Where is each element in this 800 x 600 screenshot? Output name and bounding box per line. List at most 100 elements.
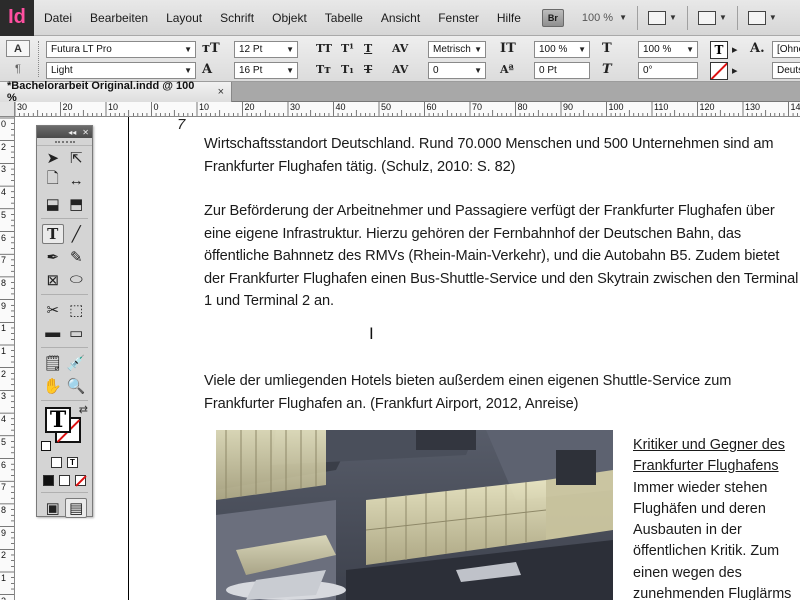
character-style-select[interactable]: [Ohne [772,41,800,58]
ruler-label: 4 [1,187,7,198]
ruler-label: 1 [1,323,7,334]
ruler-label: 30 [17,102,28,112]
line-tool-icon[interactable]: ╱ [65,224,87,244]
tools-grip[interactable] [37,138,92,146]
paragraph-3[interactable]: Viele der umliegenden Hotels bieten auße… [204,370,800,415]
content-collector-icon[interactable]: ⬓ [42,194,64,214]
airport-photo[interactable] [216,430,613,600]
apply-color-icon[interactable] [43,474,54,486]
ruler-label: 80 [517,102,528,112]
sidebar-body: Immer wieder stehen Flughäfen und deren … [633,479,792,600]
bridge-button[interactable]: Br [541,8,564,27]
arrange-documents-icon[interactable] [747,10,766,25]
baseline-shift-field[interactable]: 0 Pt [534,62,590,79]
type-tool-icon[interactable]: T [41,223,64,244]
document-tab[interactable]: *Bachelorarbeit Original.indd @ 100 % × [0,80,232,104]
direct-selection-tool-icon[interactable]: ⇱ [65,148,87,168]
character-mode-button[interactable]: A [6,40,30,57]
paragraph-2[interactable]: Zur Beförderung der Arbeitnehmer und Pas… [204,200,800,313]
view-options-icon[interactable] [648,10,667,25]
language-select[interactable]: Deuts [772,62,800,79]
font-size-icon: ᴛT [202,41,220,56]
font-style-value: Light [51,65,73,76]
small-caps-icon[interactable]: Tт [316,62,331,78]
tracking-select[interactable]: 0 ▼ [428,62,486,79]
ruler-label: 40 [335,102,346,112]
sidebar-heading: Kritiker und Gegner des Frankfurter Flug… [633,437,785,475]
ruler-label: 110 [654,102,669,112]
gradient-feather-tool-icon[interactable]: ▭ [65,323,87,343]
preview-mode-icon[interactable]: ▤ [65,497,88,518]
ruler-label: 3 [1,391,7,402]
ruler-origin[interactable] [0,102,15,117]
text-stroke-icon[interactable] [710,62,728,80]
zoom-select[interactable]: 100 % ▼ [582,12,627,24]
font-size-field[interactable]: 12 Pt ▼ [234,41,298,58]
strikethrough-icon[interactable]: T [364,62,372,78]
content-placer-icon[interactable]: ⬒ [65,194,87,214]
superscript-icon[interactable]: T¹ [341,41,354,57]
screen-mode-icon[interactable] [697,10,716,25]
paragraph-mode-button[interactable]: ¶ [6,60,30,77]
text-fill-icon[interactable]: T [710,41,728,59]
leading-field[interactable]: 16 Pt ▼ [234,62,298,79]
note-tool-icon[interactable]: 🗒 [42,353,64,373]
hand-tool-icon[interactable]: ✋ [42,376,64,396]
menu-bearbeiten[interactable]: Bearbeiten [81,11,157,25]
free-transform-tool-icon[interactable]: ⬚ [65,300,87,320]
normal-view-icon[interactable]: ▣ [42,498,64,518]
fill-swatch-icon[interactable]: T [45,407,71,433]
apply-gradient-icon[interactable] [59,474,70,486]
page-tool-icon[interactable]: 🗋 [42,170,64,191]
zoom-tool-icon[interactable]: 🔍 [65,376,87,396]
close-icon[interactable]: ✕ [82,128,89,137]
menu-fenster[interactable]: Fenster [429,11,488,25]
rectangle-frame-tool-icon[interactable]: ⊠ [42,270,64,290]
all-caps-icon[interactable]: TT [316,41,332,57]
close-icon[interactable]: × [218,86,224,98]
tracking-icon: AV [392,63,409,76]
horizontal-scale-field[interactable]: 100 % ▼ [638,41,698,58]
menu-hilfe[interactable]: Hilfe [488,11,530,25]
paragraph-1[interactable]: Wirtschaftsstandort Deutschland. Rund 70… [204,133,800,178]
collapse-icon[interactable]: ◂◂ [68,128,76,137]
panel-grip[interactable] [38,41,41,77]
pencil-tool-icon[interactable]: ✎ [65,247,87,267]
menu-schrift[interactable]: Schrift [211,11,263,25]
pen-tool-icon[interactable]: ✒ [42,247,64,267]
default-colors-icon[interactable] [41,441,51,451]
menu-layout[interactable]: Layout [157,11,211,25]
font-style-select[interactable]: Light ▼ [46,62,196,79]
horizontal-ruler[interactable]: 3020100102030405060708090100110120130140 [15,102,800,117]
swap-colors-icon[interactable]: ⇄ [79,403,88,416]
eyedropper-tool-icon[interactable]: 💉 [65,353,87,373]
indesign-window: Id Datei Bearbeiten Layout Schrift Objek… [0,0,800,600]
document-canvas[interactable]: 7 Wirtschaftsstandort Deutschland. Rund … [15,117,800,600]
kerning-select[interactable]: Metrisch ▼ [428,41,486,58]
gap-tool-icon[interactable]: ↔ [65,171,87,191]
vertical-scale-field[interactable]: 100 % ▼ [534,41,590,58]
character-style-icon: A. [750,41,765,56]
selection-tool-icon[interactable]: ➤ [42,148,64,168]
scissors-tool-icon[interactable]: ✂ [42,300,64,320]
gradient-swatch-tool-icon[interactable]: ▬ [42,323,64,343]
ruler-label: 70 [472,102,483,112]
ruler-label: 100 [608,102,624,112]
chevron-right-icon[interactable]: ▸ [732,63,738,79]
apply-none-icon[interactable] [75,474,86,486]
sidebar-textframe[interactable]: Kritiker und Gegner des Frankfurter Flug… [633,435,800,600]
chevron-right-icon[interactable]: ▸ [732,42,738,58]
subscript-icon[interactable]: T₁ [341,62,354,78]
tools-panel-header[interactable]: ◂◂ ✕ [37,126,92,138]
formatting-text-icon[interactable]: T [67,456,78,468]
menu-datei[interactable]: Datei [34,11,81,25]
ellipse-tool-icon[interactable]: ⬭ [65,270,87,290]
underline-icon[interactable]: T [364,41,372,57]
menu-ansicht[interactable]: Ansicht [372,11,429,25]
vertical-ruler[interactable]: 0 2 3 4 5 6 7 8 9 1 1 2 3 4 5 6 7 8 9 2 1 2 [0,102,15,600]
font-family-select[interactable]: Futura LT Pro ▼ [46,41,196,58]
skew-field[interactable]: 0° [638,62,698,79]
menu-tabelle[interactable]: Tabelle [316,11,372,25]
menu-objekt[interactable]: Objekt [263,11,316,25]
formatting-container-icon[interactable] [51,456,62,468]
